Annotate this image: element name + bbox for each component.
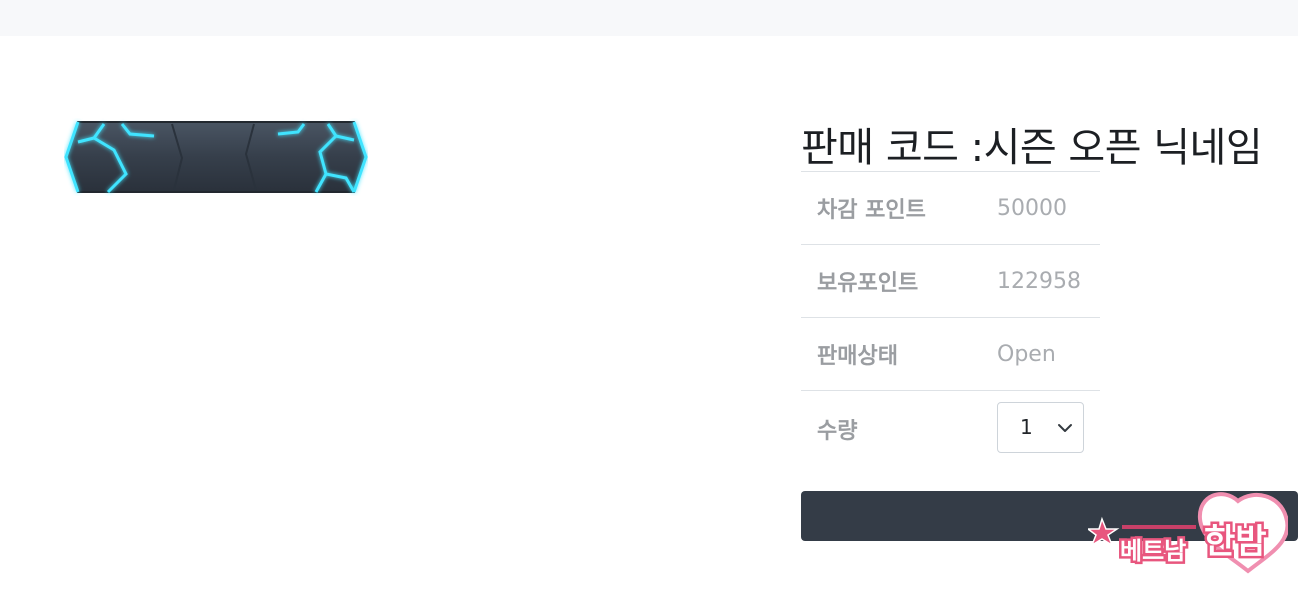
table-row: 보유포인트 122958	[801, 244, 1100, 318]
sale-status-label: 판매상태	[817, 344, 898, 369]
deduct-points-label: 차감 포인트	[817, 198, 926, 223]
watermark-logo: 베트남 한밤	[1088, 492, 1288, 574]
svg-text:한밤: 한밤	[1204, 522, 1267, 562]
quantity-select[interactable]: 1	[997, 401, 1084, 453]
sale-status-value: Open	[997, 341, 1056, 367]
quantity-cell: 1	[997, 391, 1100, 464]
deduct-points-value: 50000	[997, 195, 1067, 221]
top-bar	[0, 0, 1298, 36]
held-points-value: 122958	[997, 268, 1081, 294]
product-image	[64, 121, 368, 194]
svg-text:베트남: 베트남	[1120, 537, 1186, 565]
quantity-label: 수량	[817, 419, 858, 444]
product-title: 판매 코드 :시즌 오픈 닉네임	[801, 125, 1263, 171]
held-points-label: 보유포인트	[817, 271, 919, 296]
quantity-selected-value: 1	[1020, 414, 1033, 439]
table-row: 차감 포인트 50000	[801, 171, 1100, 245]
chevron-down-icon	[1058, 423, 1072, 432]
table-row: 수량 1	[801, 390, 1100, 464]
product-info-table: 차감 포인트 50000 보유포인트 122958 판매상태 Open 수량 1	[801, 171, 1100, 464]
table-row: 판매상태 Open	[801, 317, 1100, 391]
